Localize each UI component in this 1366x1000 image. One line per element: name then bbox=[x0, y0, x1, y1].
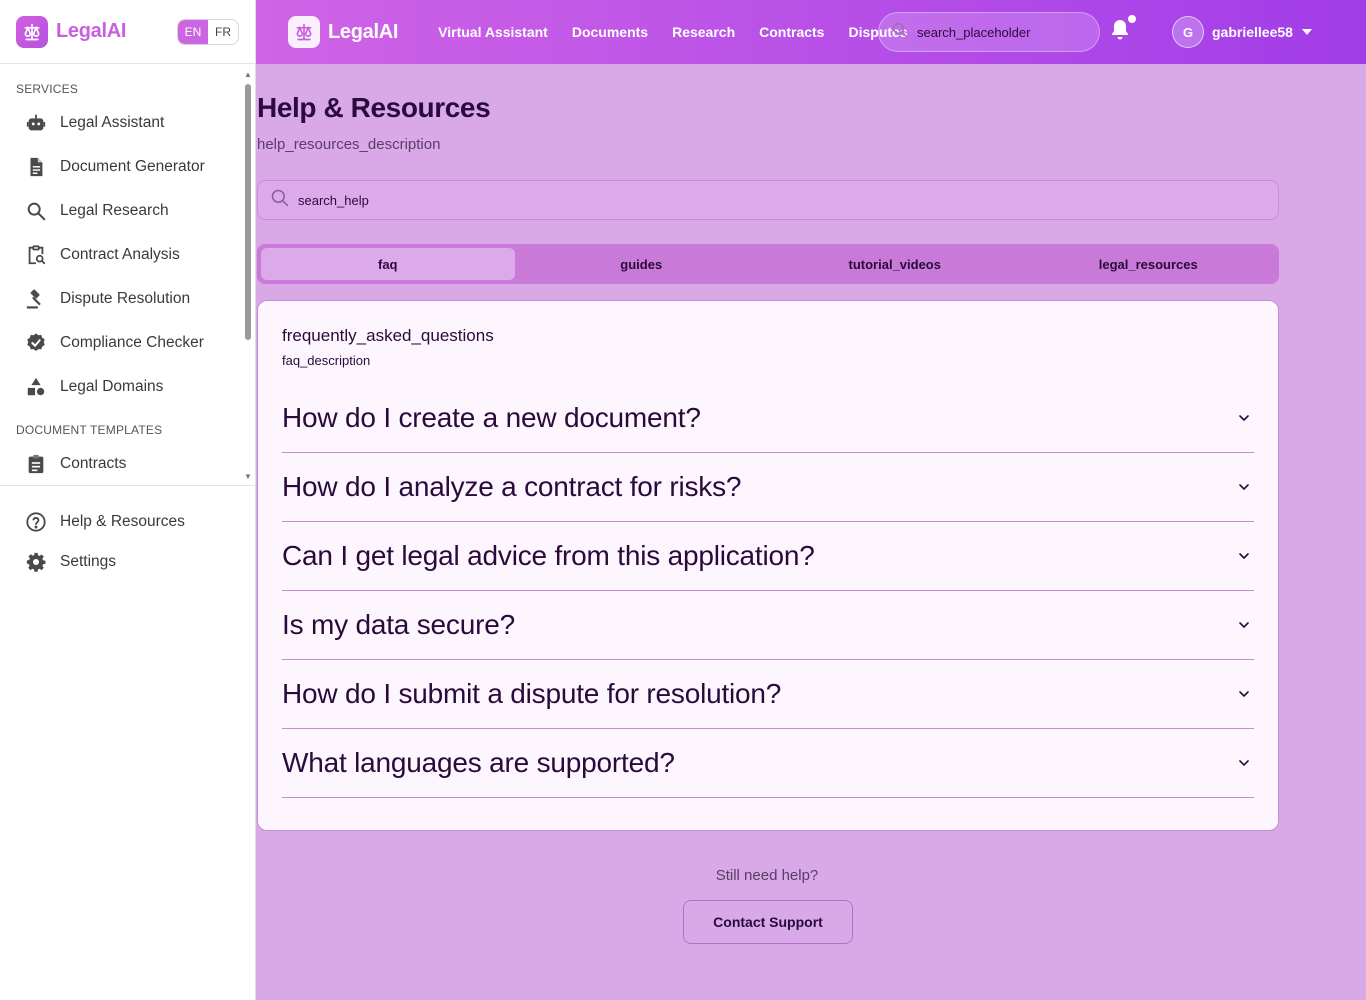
faq-item[interactable]: How do I submit a dispute for resolution… bbox=[282, 660, 1254, 729]
global-search-input[interactable]: search_placeholder bbox=[878, 12, 1100, 52]
chevron-down-icon bbox=[1236, 686, 1252, 702]
caret-down-icon[interactable] bbox=[1301, 23, 1313, 41]
sidebar-item-legal-assistant[interactable]: Legal Assistant bbox=[0, 101, 256, 145]
scales-logo-icon[interactable] bbox=[288, 16, 320, 48]
sidebar-item-label: Contract Analysis bbox=[60, 246, 180, 263]
username[interactable]: gabriellee58 bbox=[1212, 24, 1293, 40]
badge-check-icon bbox=[24, 331, 48, 355]
faq-card-description: faq_description bbox=[282, 353, 371, 368]
gavel-icon bbox=[24, 287, 48, 311]
sidebar-item-label: Help & Resources bbox=[60, 513, 185, 530]
nav-link-research[interactable]: Research bbox=[672, 24, 735, 40]
contact-support-button[interactable]: Contact Support bbox=[683, 900, 853, 944]
templates-heading: DOCUMENT TEMPLATES bbox=[16, 423, 163, 437]
scroll-down-arrow-icon[interactable]: ▼ bbox=[244, 472, 252, 481]
search-icon bbox=[891, 21, 909, 44]
lang-en-button[interactable]: EN bbox=[178, 19, 208, 44]
search-icon bbox=[270, 188, 290, 213]
main-content: Help & Resources help_resources_descript… bbox=[256, 64, 1366, 1000]
sidebar-scrollbar[interactable]: ▲ ▼ bbox=[244, 70, 252, 481]
sidebar-item-dispute-resolution[interactable]: Dispute Resolution bbox=[0, 277, 256, 321]
brand-name[interactable]: LegalAI bbox=[56, 20, 126, 43]
sidebar-item-label: Legal Domains bbox=[60, 378, 164, 395]
lang-fr-button[interactable]: FR bbox=[208, 19, 238, 44]
sidebar-item-label: Dispute Resolution bbox=[60, 290, 191, 307]
sidebar-item-help[interactable]: Help & Resources bbox=[0, 502, 256, 542]
tab-legal-resources[interactable]: legal_resources bbox=[1022, 248, 1276, 280]
sidebar-item-label: Legal Research bbox=[60, 202, 169, 219]
tab-tutorial-videos[interactable]: tutorial_videos bbox=[768, 248, 1022, 280]
shapes-icon bbox=[24, 375, 48, 399]
clipboard-search-icon bbox=[24, 243, 48, 267]
faq-question: What languages are supported? bbox=[282, 747, 675, 778]
services-heading: SERVICES bbox=[16, 82, 79, 96]
faq-item[interactable]: Can I get legal advice from this applica… bbox=[282, 522, 1254, 591]
faq-card-title: frequently_asked_questions bbox=[282, 326, 494, 345]
chevron-down-icon bbox=[1236, 548, 1252, 564]
chevron-down-icon bbox=[1236, 755, 1252, 771]
sidebar-nav-scroll[interactable]: SERVICES Legal Assistant Document Genera… bbox=[0, 64, 256, 486]
user-menu[interactable]: G gabriellee58 bbox=[1172, 16, 1313, 48]
still-need-help-text: Still need help? bbox=[715, 867, 819, 884]
faq-item[interactable]: What languages are supported? bbox=[282, 729, 1254, 798]
topbar-nav: Virtual Assistant Documents Research Con… bbox=[438, 24, 931, 40]
faq-question: How do I analyze a contract for risks? bbox=[282, 471, 742, 502]
search-icon bbox=[24, 199, 48, 223]
scroll-up-arrow-icon[interactable]: ▲ bbox=[244, 70, 252, 79]
faq-question: How do I submit a dispute for resolution… bbox=[282, 678, 782, 709]
sidebar-item-label: Document Generator bbox=[60, 158, 205, 175]
global-search-placeholder: search_placeholder bbox=[917, 24, 1031, 40]
topbar-brand-name[interactable]: LegalAI bbox=[328, 21, 398, 44]
sidebar-item-document-generator[interactable]: Document Generator bbox=[0, 145, 256, 189]
notification-dot bbox=[1128, 15, 1136, 23]
sidebar: LegalAI EN FR SERVICES Legal Assistant D… bbox=[0, 0, 256, 1000]
faq-question: Can I get legal advice from this applica… bbox=[282, 540, 815, 571]
top-navbar: LegalAI Virtual Assistant Documents Rese… bbox=[256, 0, 1366, 64]
avatar[interactable]: G bbox=[1172, 16, 1204, 48]
page-description: help_resources_description bbox=[257, 136, 441, 153]
sidebar-item-settings[interactable]: Settings bbox=[0, 542, 256, 582]
sidebar-item-contract-analysis[interactable]: Contract Analysis bbox=[0, 233, 256, 277]
faq-question: Is my data secure? bbox=[282, 609, 515, 640]
help-circle-icon bbox=[24, 510, 48, 534]
tab-guides[interactable]: guides bbox=[515, 248, 769, 280]
sidebar-item-legal-research[interactable]: Legal Research bbox=[0, 189, 256, 233]
clipboard-icon bbox=[24, 452, 48, 476]
sidebar-item-label: Settings bbox=[60, 553, 117, 570]
help-tabs: faq guides tutorial_videos legal_resourc… bbox=[257, 244, 1279, 284]
chevron-down-icon bbox=[1236, 479, 1252, 495]
document-icon bbox=[24, 155, 48, 179]
nav-link-documents[interactable]: Documents bbox=[572, 24, 648, 40]
nav-link-virtual-assistant[interactable]: Virtual Assistant bbox=[438, 24, 548, 40]
chevron-down-icon bbox=[1236, 410, 1252, 426]
help-search-placeholder: search_help bbox=[298, 192, 369, 208]
scrollbar-thumb[interactable] bbox=[245, 84, 251, 340]
gear-icon bbox=[24, 550, 48, 574]
faq-question: How do I create a new document? bbox=[282, 402, 701, 433]
chevron-down-icon bbox=[1236, 617, 1252, 633]
help-search-input[interactable]: search_help bbox=[257, 180, 1279, 220]
sidebar-bottom: Help & Resources Settings bbox=[0, 502, 256, 582]
sidebar-item-label: Contracts bbox=[60, 455, 127, 472]
page-title: Help & Resources bbox=[257, 92, 491, 123]
faq-card: frequently_asked_questions faq_descripti… bbox=[257, 300, 1279, 831]
robot-icon bbox=[24, 111, 48, 135]
nav-link-contracts[interactable]: Contracts bbox=[759, 24, 824, 40]
tab-faq[interactable]: faq bbox=[261, 248, 515, 280]
faq-accordion: How do I create a new document? How do I… bbox=[282, 384, 1254, 798]
sidebar-header: LegalAI EN FR bbox=[0, 0, 255, 64]
faq-item[interactable]: Is my data secure? bbox=[282, 591, 1254, 660]
faq-item[interactable]: How do I analyze a contract for risks? bbox=[282, 453, 1254, 522]
sidebar-item-contracts[interactable]: Contracts bbox=[0, 442, 256, 485]
faq-item[interactable]: How do I create a new document? bbox=[282, 384, 1254, 453]
sidebar-item-label: Compliance Checker bbox=[60, 334, 204, 351]
sidebar-item-legal-domains[interactable]: Legal Domains bbox=[0, 365, 256, 409]
sidebar-item-label: Legal Assistant bbox=[60, 114, 165, 131]
scales-logo-icon[interactable] bbox=[16, 15, 48, 48]
sidebar-item-compliance-checker[interactable]: Compliance Checker bbox=[0, 321, 256, 365]
language-switcher: EN FR bbox=[177, 18, 239, 45]
